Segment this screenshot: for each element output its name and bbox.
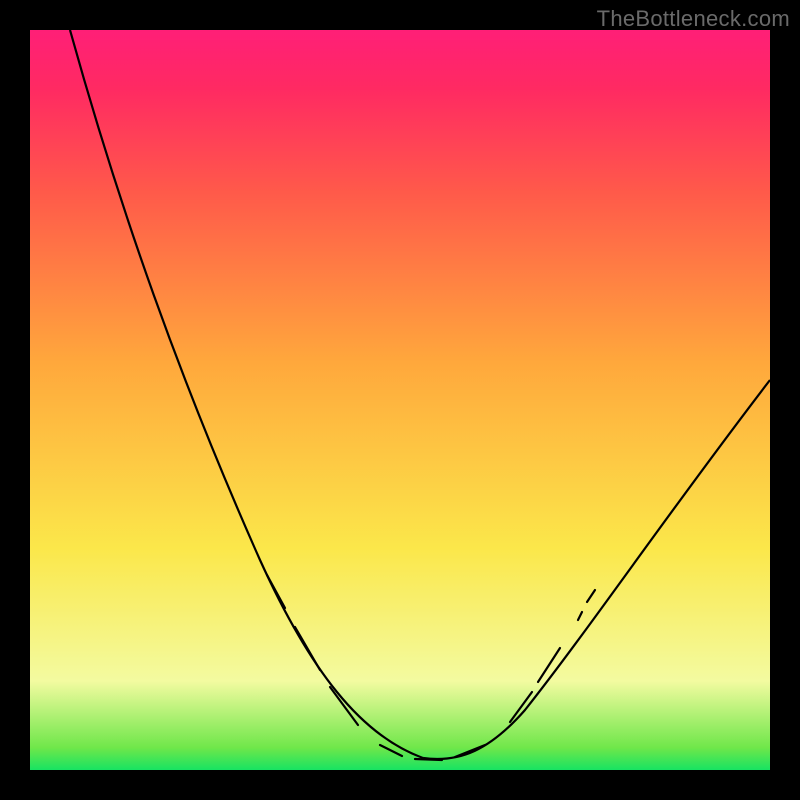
pink-dash-group: [267, 575, 595, 760]
watermark-text: TheBottleneck.com: [597, 6, 790, 32]
pink-dash-1: [267, 575, 285, 608]
curve-right: [423, 380, 770, 759]
chart-frame: TheBottleneck.com: [0, 0, 800, 800]
pink-dash-9: [578, 612, 582, 620]
pink-dash-10: [587, 590, 595, 602]
pink-dash-8: [538, 648, 560, 682]
curve-left: [70, 30, 423, 758]
pink-dash-5: [415, 759, 442, 760]
plot-area: [30, 30, 770, 770]
pink-dash-6: [455, 745, 485, 757]
pink-dash-2: [295, 627, 320, 670]
pink-dash-3: [330, 687, 358, 725]
curve-layer: [30, 30, 770, 770]
